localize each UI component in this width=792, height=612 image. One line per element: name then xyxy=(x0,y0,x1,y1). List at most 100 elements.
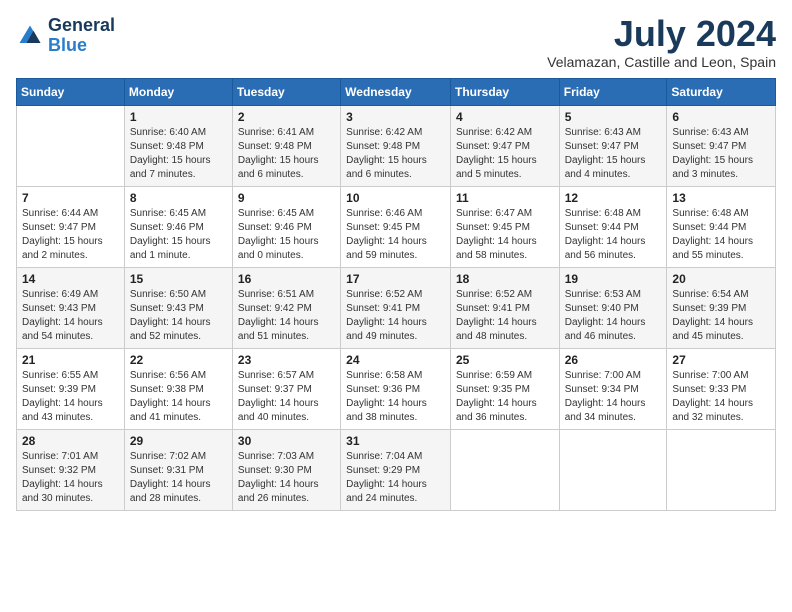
logo-text: General Blue xyxy=(48,16,115,56)
day-number: 26 xyxy=(565,353,662,367)
title-section: July 2024 Velamazan, Castille and Leon, … xyxy=(547,16,776,70)
day-number: 9 xyxy=(238,191,335,205)
logo: General Blue xyxy=(16,16,115,56)
day-info: Sunrise: 6:52 AMSunset: 9:41 PMDaylight:… xyxy=(456,288,554,344)
weekday-header-cell: Wednesday xyxy=(341,79,451,106)
day-number: 25 xyxy=(456,353,554,367)
day-number: 31 xyxy=(346,434,445,448)
day-info: Sunrise: 6:42 AMSunset: 9:47 PMDaylight:… xyxy=(456,126,554,182)
calendar-cell xyxy=(450,430,559,511)
day-number: 27 xyxy=(672,353,770,367)
day-info: Sunrise: 6:50 AMSunset: 9:43 PMDaylight:… xyxy=(130,288,227,344)
day-info: Sunrise: 6:42 AMSunset: 9:48 PMDaylight:… xyxy=(346,126,445,182)
calendar-week-row: 1Sunrise: 6:40 AMSunset: 9:48 PMDaylight… xyxy=(17,106,776,187)
weekday-header-cell: Thursday xyxy=(450,79,559,106)
day-info: Sunrise: 6:53 AMSunset: 9:40 PMDaylight:… xyxy=(565,288,662,344)
day-number: 2 xyxy=(238,110,335,124)
day-number: 15 xyxy=(130,272,227,286)
day-info: Sunrise: 7:01 AMSunset: 9:32 PMDaylight:… xyxy=(22,450,119,506)
day-info: Sunrise: 7:02 AMSunset: 9:31 PMDaylight:… xyxy=(130,450,227,506)
calendar-cell: 31 Sunrise: 7:04 AMSunset: 9:29 PMDayligh… xyxy=(341,430,451,511)
day-info: Sunrise: 6:45 AMSunset: 9:46 PMDaylight:… xyxy=(130,207,227,263)
weekday-header-row: SundayMondayTuesdayWednesdayThursdayFrid… xyxy=(17,79,776,106)
day-info: Sunrise: 6:56 AMSunset: 9:38 PMDaylight:… xyxy=(130,369,227,425)
month-title: July 2024 xyxy=(547,16,776,52)
calendar-cell: 25 Sunrise: 6:59 AMSunset: 9:35 PMDayligh… xyxy=(450,349,559,430)
day-info: Sunrise: 6:44 AMSunset: 9:47 PMDaylight:… xyxy=(22,207,119,263)
weekday-header-cell: Sunday xyxy=(17,79,125,106)
calendar-cell: 18 Sunrise: 6:52 AMSunset: 9:41 PMDayligh… xyxy=(450,268,559,349)
weekday-header-cell: Saturday xyxy=(667,79,776,106)
logo-icon xyxy=(16,22,44,50)
day-info: Sunrise: 7:00 AMSunset: 9:34 PMDaylight:… xyxy=(565,369,662,425)
day-number: 17 xyxy=(346,272,445,286)
calendar-cell: 20 Sunrise: 6:54 AMSunset: 9:39 PMDayligh… xyxy=(667,268,776,349)
day-info: Sunrise: 6:52 AMSunset: 9:41 PMDaylight:… xyxy=(346,288,445,344)
calendar-cell: 9 Sunrise: 6:45 AMSunset: 9:46 PMDaylight… xyxy=(232,187,340,268)
day-number: 12 xyxy=(565,191,662,205)
day-number: 16 xyxy=(238,272,335,286)
day-number: 13 xyxy=(672,191,770,205)
calendar-cell: 6 Sunrise: 6:43 AMSunset: 9:47 PMDaylight… xyxy=(667,106,776,187)
calendar-cell: 12 Sunrise: 6:48 AMSunset: 9:44 PMDayligh… xyxy=(559,187,667,268)
day-info: Sunrise: 6:55 AMSunset: 9:39 PMDaylight:… xyxy=(22,369,119,425)
calendar-cell: 24 Sunrise: 6:58 AMSunset: 9:36 PMDayligh… xyxy=(341,349,451,430)
day-number: 23 xyxy=(238,353,335,367)
day-info: Sunrise: 6:48 AMSunset: 9:44 PMDaylight:… xyxy=(565,207,662,263)
day-info: Sunrise: 6:54 AMSunset: 9:39 PMDaylight:… xyxy=(672,288,770,344)
day-number: 8 xyxy=(130,191,227,205)
calendar-cell: 22 Sunrise: 6:56 AMSunset: 9:38 PMDayligh… xyxy=(124,349,232,430)
day-number: 3 xyxy=(346,110,445,124)
calendar-cell: 8 Sunrise: 6:45 AMSunset: 9:46 PMDaylight… xyxy=(124,187,232,268)
day-number: 22 xyxy=(130,353,227,367)
day-number: 7 xyxy=(22,191,119,205)
day-info: Sunrise: 6:59 AMSunset: 9:35 PMDaylight:… xyxy=(456,369,554,425)
location: Velamazan, Castille and Leon, Spain xyxy=(547,54,776,70)
page-header: General Blue July 2024 Velamazan, Castil… xyxy=(16,16,776,70)
day-info: Sunrise: 7:03 AMSunset: 9:30 PMDaylight:… xyxy=(238,450,335,506)
day-info: Sunrise: 6:46 AMSunset: 9:45 PMDaylight:… xyxy=(346,207,445,263)
day-info: Sunrise: 6:45 AMSunset: 9:46 PMDaylight:… xyxy=(238,207,335,263)
calendar-cell: 3 Sunrise: 6:42 AMSunset: 9:48 PMDaylight… xyxy=(341,106,451,187)
day-info: Sunrise: 6:49 AMSunset: 9:43 PMDaylight:… xyxy=(22,288,119,344)
calendar-cell xyxy=(559,430,667,511)
day-info: Sunrise: 7:04 AMSunset: 9:29 PMDaylight:… xyxy=(346,450,445,506)
calendar-cell xyxy=(17,106,125,187)
calendar-week-row: 21 Sunrise: 6:55 AMSunset: 9:39 PMDayligh… xyxy=(17,349,776,430)
day-number: 24 xyxy=(346,353,445,367)
calendar-cell: 19Sunrise: 6:53 AMSunset: 9:40 PMDayligh… xyxy=(559,268,667,349)
calendar-cell xyxy=(667,430,776,511)
calendar-cell: 29 Sunrise: 7:02 AMSunset: 9:31 PMDayligh… xyxy=(124,430,232,511)
calendar-cell: 23 Sunrise: 6:57 AMSunset: 9:37 PMDayligh… xyxy=(232,349,340,430)
calendar-table: SundayMondayTuesdayWednesdayThursdayFrid… xyxy=(16,78,776,511)
calendar-cell: 30 Sunrise: 7:03 AMSunset: 9:30 PMDayligh… xyxy=(232,430,340,511)
calendar-cell: 17 Sunrise: 6:52 AMSunset: 9:41 PMDayligh… xyxy=(341,268,451,349)
calendar-cell: 28 Sunrise: 7:01 AMSunset: 9:32 PMDayligh… xyxy=(17,430,125,511)
day-number: 28 xyxy=(22,434,119,448)
day-number: 30 xyxy=(238,434,335,448)
day-number: 11 xyxy=(456,191,554,205)
day-number: 21 xyxy=(22,353,119,367)
day-number: 10 xyxy=(346,191,445,205)
calendar-cell: 10 Sunrise: 6:46 AMSunset: 9:45 PMDayligh… xyxy=(341,187,451,268)
day-number: 29 xyxy=(130,434,227,448)
day-number: 20 xyxy=(672,272,770,286)
calendar-cell: 7 Sunrise: 6:44 AMSunset: 9:47 PMDaylight… xyxy=(17,187,125,268)
calendar-cell: 4Sunrise: 6:42 AMSunset: 9:47 PMDaylight… xyxy=(450,106,559,187)
day-number: 18 xyxy=(456,272,554,286)
day-info: Sunrise: 6:58 AMSunset: 9:36 PMDaylight:… xyxy=(346,369,445,425)
day-number: 6 xyxy=(672,110,770,124)
day-info: Sunrise: 7:00 AMSunset: 9:33 PMDaylight:… xyxy=(672,369,770,425)
calendar-cell: 2Sunrise: 6:41 AMSunset: 9:48 PMDaylight… xyxy=(232,106,340,187)
calendar-cell: 27 Sunrise: 7:00 AMSunset: 9:33 PMDayligh… xyxy=(667,349,776,430)
day-info: Sunrise: 6:57 AMSunset: 9:37 PMDaylight:… xyxy=(238,369,335,425)
calendar-cell: 5Sunrise: 6:43 AMSunset: 9:47 PMDaylight… xyxy=(559,106,667,187)
calendar-cell: 14Sunrise: 6:49 AMSunset: 9:43 PMDayligh… xyxy=(17,268,125,349)
day-info: Sunrise: 6:43 AMSunset: 9:47 PMDaylight:… xyxy=(672,126,770,182)
weekday-header-cell: Monday xyxy=(124,79,232,106)
weekday-header-cell: Tuesday xyxy=(232,79,340,106)
calendar-week-row: 7 Sunrise: 6:44 AMSunset: 9:47 PMDaylight… xyxy=(17,187,776,268)
calendar-cell: 1Sunrise: 6:40 AMSunset: 9:48 PMDaylight… xyxy=(124,106,232,187)
calendar-week-row: 28 Sunrise: 7:01 AMSunset: 9:32 PMDayligh… xyxy=(17,430,776,511)
day-info: Sunrise: 6:47 AMSunset: 9:45 PMDaylight:… xyxy=(456,207,554,263)
